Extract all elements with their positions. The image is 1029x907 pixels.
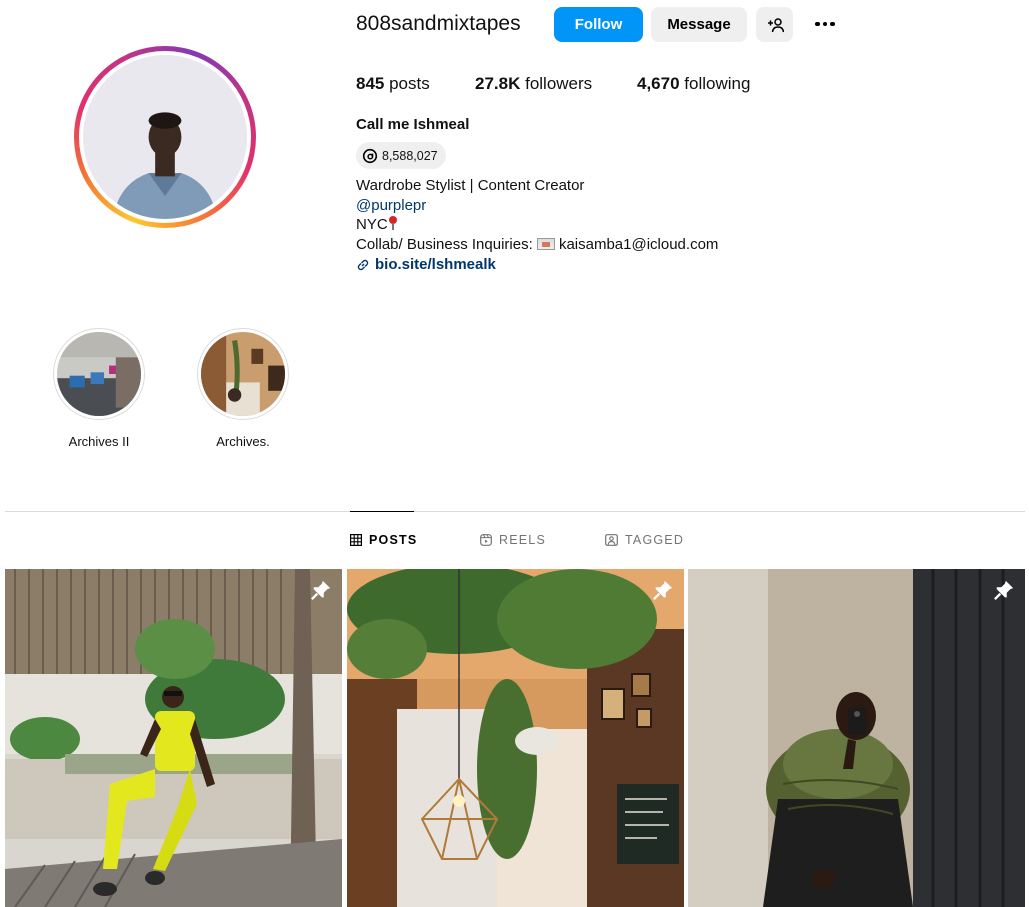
tabs-divider bbox=[5, 511, 1025, 512]
story-highlight-label: Archives. bbox=[216, 434, 270, 449]
posts-count: 845 posts bbox=[356, 74, 430, 94]
following-count-value: 4,670 bbox=[637, 74, 680, 93]
post-thumbnail[interactable] bbox=[688, 569, 1025, 907]
bio-business-label: Collab/ Business Inquiries: bbox=[356, 236, 537, 253]
round-pushpin-icon bbox=[388, 216, 398, 230]
post-image bbox=[347, 569, 684, 907]
threads-icon bbox=[362, 148, 378, 163]
story-highlight-ring bbox=[197, 328, 289, 420]
profile-username: 808sandmixtapes bbox=[356, 12, 521, 35]
threads-count: 8,588,027 bbox=[382, 148, 438, 163]
following-count-label: following bbox=[679, 74, 751, 93]
following-link[interactable]: 4,670 following bbox=[637, 74, 750, 94]
post-image bbox=[5, 569, 342, 907]
reels-icon bbox=[480, 534, 492, 546]
highlight-cover-image bbox=[201, 332, 285, 416]
tab-reels[interactable]: REELS bbox=[480, 533, 546, 547]
story-highlight-label: Archives II bbox=[68, 434, 130, 449]
pin-icon bbox=[994, 580, 1014, 600]
bio-external-link[interactable]: bio.site/lshmealk bbox=[356, 256, 496, 273]
bio-business: Collab/ Business Inquiries: kaisamba1@ic… bbox=[356, 236, 718, 253]
tab-posts-label: POSTS bbox=[369, 533, 418, 547]
followers-count-value: 27.8K bbox=[475, 74, 521, 93]
story-highlight-ring bbox=[53, 328, 145, 420]
bio-business-email: kaisamba1@icloud.com bbox=[558, 236, 719, 253]
post-image bbox=[688, 569, 1025, 907]
link-icon bbox=[357, 259, 369, 270]
bio-mention-link[interactable]: @purplepr bbox=[356, 197, 426, 214]
story-highlight[interactable]: Archives II bbox=[53, 328, 145, 449]
profile-avatar[interactable] bbox=[74, 46, 256, 228]
message-button[interactable]: Message bbox=[651, 7, 747, 42]
avatar-border bbox=[79, 51, 251, 223]
bio-text: Wardrobe Stylist | Content Creator bbox=[356, 177, 585, 194]
active-tab-indicator bbox=[350, 511, 414, 512]
more-options-icon[interactable] bbox=[810, 12, 840, 36]
highlight-cover-image bbox=[57, 332, 141, 416]
suggest-user-button[interactable] bbox=[756, 7, 793, 42]
tab-tagged[interactable]: TAGGED bbox=[605, 533, 684, 547]
pin-icon bbox=[653, 580, 673, 600]
profile-full-name: Call me Ishmeal bbox=[356, 116, 470, 133]
followers-count-label: followers bbox=[520, 74, 593, 93]
story-highlight[interactable]: Archives. bbox=[197, 328, 289, 449]
posts-count-label: posts bbox=[384, 74, 430, 93]
bio-location-text: NYC bbox=[356, 216, 388, 233]
pin-icon bbox=[311, 580, 331, 600]
grid-icon bbox=[350, 534, 362, 546]
post-thumbnail[interactable] bbox=[347, 569, 684, 907]
post-thumbnail[interactable] bbox=[5, 569, 342, 907]
posts-count-value: 845 bbox=[356, 74, 385, 93]
followers-link[interactable]: 27.8K followers bbox=[475, 74, 592, 94]
follow-button[interactable]: Follow bbox=[554, 7, 643, 42]
threads-badge[interactable]: 8,588,027 bbox=[356, 142, 446, 169]
tab-reels-label: REELS bbox=[499, 533, 546, 547]
tab-posts[interactable]: POSTS bbox=[350, 533, 417, 547]
bio-external-link-text: bio.site/lshmealk bbox=[375, 256, 496, 273]
person-plus-icon bbox=[767, 17, 784, 32]
tagged-icon bbox=[605, 534, 618, 546]
picture-emoji-icon bbox=[536, 238, 555, 251]
bio-location: NYC bbox=[356, 216, 398, 233]
avatar-photo bbox=[83, 55, 247, 219]
tab-tagged-label: TAGGED bbox=[625, 533, 685, 547]
